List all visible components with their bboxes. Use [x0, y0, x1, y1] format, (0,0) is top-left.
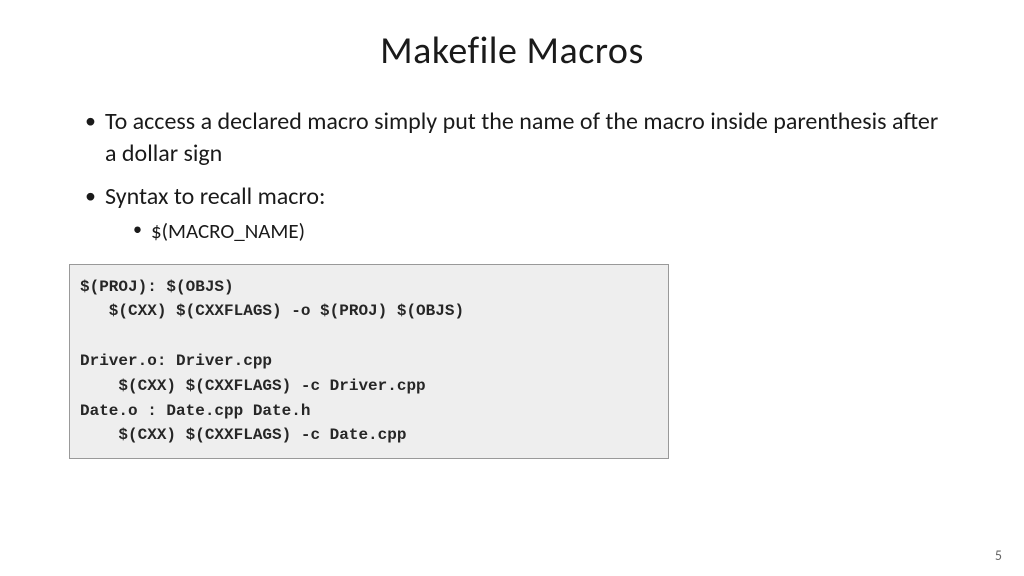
bullet-item: Syntax to recall macro: $(MACRO_NAME) — [83, 181, 949, 246]
code-block: $(PROJ): $(OBJS) $(CXX) $(CXXFLAGS) -o $… — [69, 264, 669, 460]
slide-title: Makefile Macros — [75, 28, 949, 74]
sub-bullet-list: $(MACRO_NAME) — [105, 217, 949, 245]
bullet-list: To access a declared macro simply put th… — [75, 106, 949, 246]
bullet-text: Syntax to recall macro: — [105, 182, 325, 211]
bullet-item: To access a declared macro simply put th… — [83, 106, 949, 171]
page-number: 5 — [995, 547, 1002, 564]
sub-bullet-item: $(MACRO_NAME) — [133, 217, 949, 245]
